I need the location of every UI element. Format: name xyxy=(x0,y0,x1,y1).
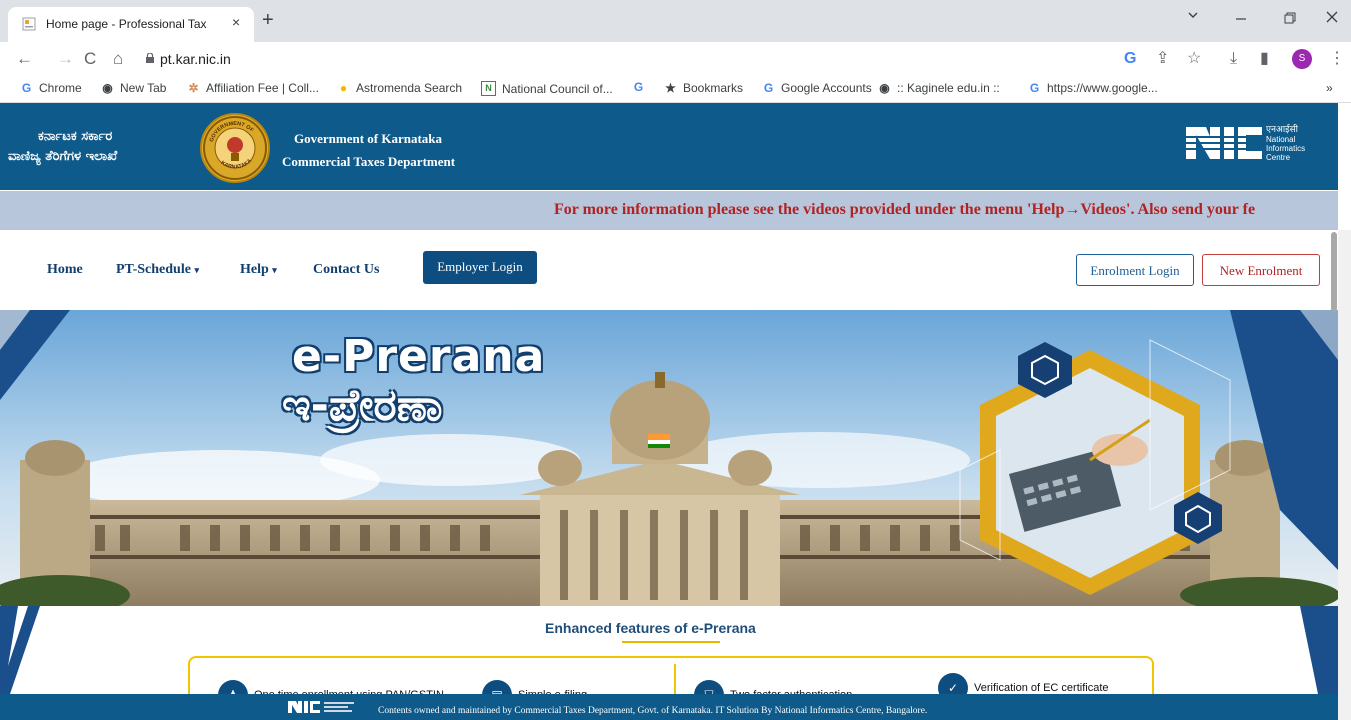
home-icon[interactable]: ⌂ xyxy=(113,49,123,69)
google-icon: G xyxy=(763,80,774,95)
svg-text:Informatics: Informatics xyxy=(1266,144,1305,153)
bookmark-bookmarks-folder[interactable]: ★ Bookmarks xyxy=(664,81,743,95)
svg-text:National: National xyxy=(1266,135,1296,144)
google-icon: G xyxy=(21,80,32,95)
nav-home[interactable]: Home xyxy=(47,262,83,278)
nav-contact-us[interactable]: Contact Us xyxy=(313,262,380,278)
scrollbar-thumb[interactable] xyxy=(1331,232,1337,312)
close-window-icon[interactable] xyxy=(1325,10,1339,28)
download-icon[interactable]: ⤓ xyxy=(1230,49,1237,69)
svg-text:एनआईसी: एनआईसी xyxy=(1266,123,1299,135)
google-icon: G xyxy=(1029,80,1040,95)
bookmark-kaginele[interactable]: ◉:: Kaginele edu.in :: xyxy=(878,81,1000,95)
globe-icon: ◉ xyxy=(879,80,890,95)
globe-icon: ◉ xyxy=(102,80,113,95)
back-arrow-icon[interactable]: ← xyxy=(16,49,33,69)
header-dept-title: Commercial Taxes Department xyxy=(282,154,456,169)
nav-help[interactable]: Help ▾ xyxy=(240,262,277,278)
tab-close-icon[interactable]: × xyxy=(232,14,240,30)
bookmark-ncert[interactable]: N National Council of... xyxy=(481,81,613,96)
bookmark-google[interactable]: G xyxy=(632,81,645,94)
footer-text: Contents owned and maintained by Commerc… xyxy=(378,706,928,716)
banner-title-kannada: ಇ-ಪ್ರೇರಣಾ xyxy=(282,380,443,431)
reload-icon[interactable]: C xyxy=(84,49,96,69)
google-icon: G xyxy=(633,80,644,94)
header-kannada-line2: ವಾಣಿಜ್ಯ ತೆರಿಗೆಗಳ ಇಲಾಖೆ xyxy=(8,149,118,164)
bookmark-google-link[interactable]: Ghttps://www.google... xyxy=(1028,81,1158,95)
share-icon[interactable]: ⇪ xyxy=(1156,49,1169,69)
menu-kebab-icon[interactable]: ⋮ xyxy=(1329,49,1345,69)
caret-down-icon: ▾ xyxy=(272,265,277,275)
side-panel-icon[interactable]: ▮ xyxy=(1260,49,1269,69)
ncert-icon: N xyxy=(481,81,496,96)
bookmarks-bar: G Chrome ◉ New Tab ✲ Affiliation Fee | Coll… xyxy=(0,76,1351,103)
page-scrollbar[interactable] xyxy=(1338,230,1351,720)
bookmarks-overflow-icon[interactable]: » xyxy=(1326,81,1333,95)
nav-pt-schedule[interactable]: PT-Schedule ▾ xyxy=(116,262,199,278)
tab-search-chevron-icon[interactable] xyxy=(1187,8,1199,25)
features-title: Enhanced features of e-Prerana xyxy=(545,620,756,636)
employer-login-button[interactable]: Employer Login xyxy=(423,251,537,284)
bookmark-google-accounts[interactable]: G Google Accounts xyxy=(762,81,872,95)
features-title-underline xyxy=(622,641,720,643)
footer-nic-logo xyxy=(288,701,354,713)
new-tab-button[interactable]: + xyxy=(262,10,274,30)
bookmark-affiliation-fee[interactable]: ✲ Affiliation Fee | Coll... xyxy=(187,80,318,95)
banner-title-english: e-Prerana xyxy=(292,331,546,382)
new-enrolment-button[interactable]: New Enrolment xyxy=(1202,254,1320,286)
google-lens-icon[interactable]: G xyxy=(1124,49,1136,69)
svg-text:Centre: Centre xyxy=(1266,153,1291,162)
enrolment-login-button[interactable]: Enrolment Login xyxy=(1076,254,1194,286)
announcement-marquee: For more information please see the vide… xyxy=(0,191,1338,230)
bookmark-star-icon[interactable]: ☆ xyxy=(1187,49,1201,69)
marquee-text: For more information please see the vide… xyxy=(554,201,1256,218)
features-divider xyxy=(674,664,676,694)
profile-avatar[interactable]: S xyxy=(1292,49,1312,69)
site-icon: ✲ xyxy=(188,80,199,95)
star-icon: ★ xyxy=(665,80,676,95)
header-gov-title: Government of Karnataka xyxy=(294,131,443,146)
browser-tab[interactable]: Home page - Professional Tax × xyxy=(8,7,254,42)
restore-icon[interactable] xyxy=(1284,11,1296,28)
tab-title: Home page - Professional Tax xyxy=(46,17,207,31)
lock-icon[interactable] xyxy=(146,53,154,63)
caret-down-icon: ▾ xyxy=(194,265,199,275)
address-bar-url[interactable]: pt.kar.nic.in xyxy=(160,51,231,67)
bookmark-astromenda[interactable]: ● Astromenda Search xyxy=(337,81,462,95)
bookmark-chrome[interactable]: G Chrome xyxy=(20,81,82,95)
hero-banner xyxy=(0,310,1338,606)
minimize-icon[interactable] xyxy=(1235,12,1247,29)
forward-arrow-icon[interactable]: → xyxy=(57,49,74,69)
page-favicon-icon xyxy=(22,17,36,31)
vidhana-soudha-banner-image xyxy=(0,310,1338,606)
karnataka-emblem-logo: GOVERNMENT OF KARNATAKA xyxy=(200,113,270,183)
bookmark-new-tab[interactable]: ◉ New Tab xyxy=(101,81,166,95)
astromenda-icon: ● xyxy=(339,80,348,95)
nic-logo: एनआईसी National Informatics Centre xyxy=(1186,123,1305,162)
header-kannada-line1: ಕರ್ನಾಟಕ ಸರ್ಕಾರ xyxy=(38,129,113,144)
